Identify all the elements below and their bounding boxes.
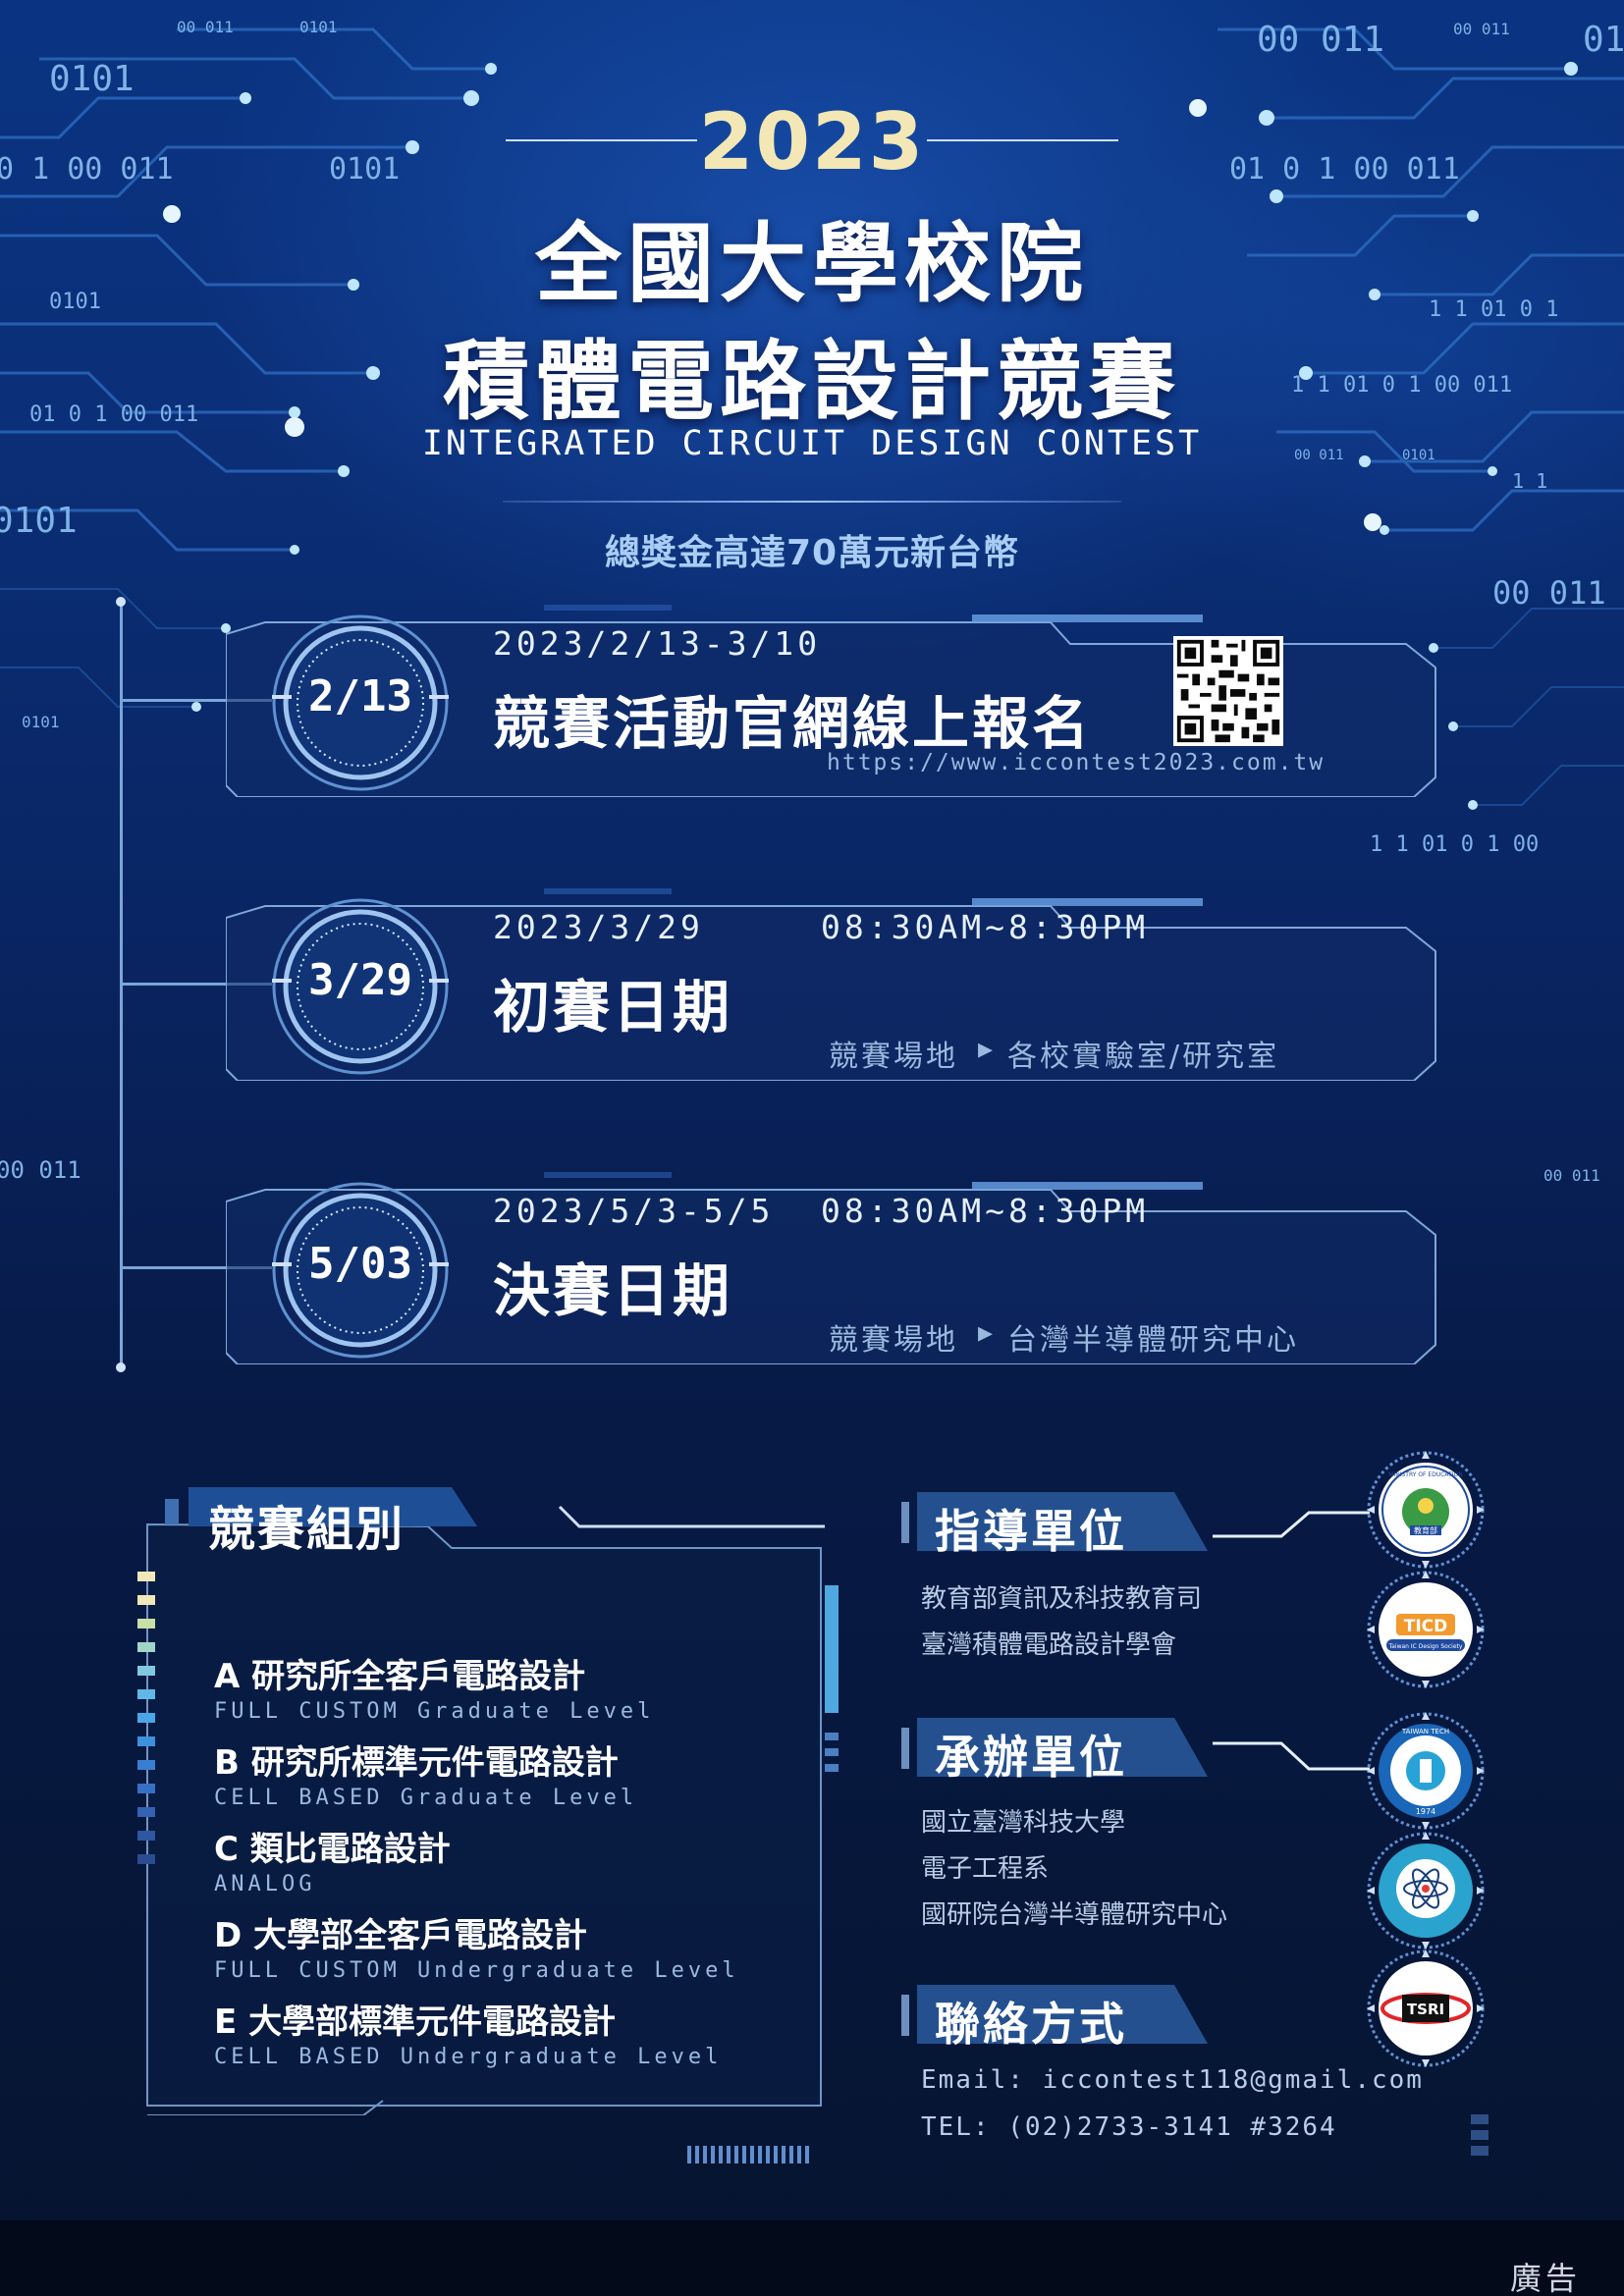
binary-text: 0101	[49, 59, 135, 99]
ntust-text: TAIWAN TECH	[1401, 1728, 1449, 1735]
category-english: FULL CUSTOM Undergraduate Level	[214, 1958, 739, 1983]
organizer-title: 承辦單位	[935, 1731, 1127, 1784]
category-english: CELL BASED Undergraduate Level	[214, 2045, 723, 2069]
binary-text: 00 011	[177, 18, 234, 36]
year: 2023	[698, 96, 926, 187]
binary-text: 00 011	[0, 1156, 81, 1184]
tsri-text: TSRI	[1407, 2001, 1444, 2018]
event-preliminary: 3/29 2023/3/29 08:30AM~8:30PM 初賽日期 競賽場地 …	[120, 888, 1475, 1085]
event-title: 初賽日期	[493, 974, 733, 1041]
event-title: 決賽日期	[493, 1257, 733, 1324]
contact-title: 聯絡方式	[935, 1998, 1127, 2051]
guidance-title: 指導單位	[935, 1505, 1127, 1558]
header-divider	[503, 501, 1121, 503]
connector-line	[1213, 1741, 1370, 1771]
category-item: D 大學部全客戶電路設計 FULL CUSTOM Undergraduate L…	[214, 1908, 739, 1983]
barcode-decoration	[687, 2146, 809, 2163]
contact-phone[interactable]: TEL: (02)2733-3141 #3264	[921, 2105, 1337, 2151]
event-time: 08:30AM~8:30PM	[821, 1192, 1150, 1230]
binary-text: 00 011	[1453, 20, 1510, 38]
category-item: E 大學部標準元件電路設計 CELL BASED Undergraduate L…	[214, 1995, 722, 2069]
event-date: 2023/3/29	[493, 908, 704, 946]
title-line-1: 全國大學校院	[534, 213, 1089, 314]
category-english: FULL CUSTOM Graduate Level	[214, 1699, 655, 1724]
ntust-year: 1974	[1416, 1807, 1435, 1816]
category-name: C 類比電路設計	[214, 1830, 451, 1869]
venue-label: 競賽場地	[829, 1323, 958, 1358]
organizer-line: 國研院台灣半導體研究中心	[921, 1900, 1228, 1930]
event-time: 08:30AM~8:30PM	[821, 908, 1150, 946]
event-date: 2023/5/3-5/5	[493, 1192, 775, 1230]
category-item: C 類比電路設計 ANALOG	[214, 1822, 451, 1896]
advertisement-label: 廣告	[1510, 2260, 1582, 2296]
guidance-line: 臺灣積體電路設計學會	[921, 1630, 1177, 1660]
binary-text: 00 011	[1543, 1166, 1600, 1185]
ticd-sub-text: Taiwan IC Design Society	[1388, 1643, 1463, 1650]
date-badge-text: 3/29	[308, 955, 412, 1005]
category-name: B 研究所標準元件電路設計	[214, 1743, 619, 1783]
binary-text: 01	[1583, 20, 1624, 60]
category-english: CELL BASED Graduate Level	[214, 1786, 638, 1810]
footer-band	[0, 2220, 1624, 2296]
title-line-2: 積體電路設計競賽	[442, 331, 1181, 432]
venue: 各校實驗室/研究室	[1007, 1040, 1280, 1074]
tsri-logo: TSRI	[1367, 1949, 1485, 2067]
event-date: 2023/2/13-3/10	[493, 624, 822, 663]
category-item: B 研究所標準元件電路設計 CELL BASED Graduate Level	[214, 1735, 637, 1810]
category-name: D 大學部全客戶電路設計	[214, 1916, 588, 1955]
ticd-logo: TICD Taiwan IC Design Society	[1367, 1571, 1485, 1688]
guidance-line: 教育部資訊及科技教育司	[921, 1584, 1203, 1614]
ministry-of-education-logo: 教育部 MINISTRY OF EDUCATION	[1367, 1451, 1485, 1569]
qr-code[interactable]	[1173, 636, 1283, 746]
contact-email[interactable]: Email: iccontest118@gmail.com	[921, 2057, 1424, 2104]
date-badge-text: 5/03	[308, 1239, 412, 1289]
ticd-text: TICD	[1404, 1617, 1448, 1636]
organizer-line: 電子工程系	[921, 1854, 1050, 1884]
bar-decoration	[1471, 2114, 1489, 2156]
atom-logo	[1367, 1832, 1485, 1949]
ministry-cn-text: 教育部	[1414, 1525, 1437, 1535]
venue: 台灣半導體研究中心	[1007, 1323, 1299, 1358]
categories-title: 競賽組別	[208, 1502, 406, 1557]
poster: 00 011 0101 0101 0 1 00 011 0101 0101 01…	[0, 0, 1624, 2296]
binary-text: 00 011	[1492, 574, 1606, 612]
ntust-logo: TAIWAN TECH 1974	[1367, 1712, 1485, 1830]
binary-text: 0101	[22, 713, 60, 731]
play-icon: ▸	[978, 1032, 997, 1066]
binary-text: 00 011	[1257, 20, 1385, 60]
venue-label: 競賽場地	[829, 1040, 958, 1074]
event-final: 5/03 2023/5/3-5/5 08:30AM~8:30PM 決賽日期 競賽…	[120, 1172, 1475, 1368]
title-english: INTEGRATED CIRCUIT DESIGN CONTEST	[421, 424, 1203, 463]
website-link[interactable]: https://www.iccontest2023.com.tw	[827, 750, 1325, 775]
binary-text: 1 1 01 0 1 00	[1370, 832, 1540, 857]
connector-line	[1213, 1511, 1370, 1538]
play-icon: ▸	[978, 1315, 997, 1350]
category-name: E 大學部標準元件電路設計	[214, 2002, 617, 2042]
organizer-line: 國立臺灣科技大學	[921, 1808, 1126, 1838]
category-english: ANALOG	[214, 1872, 316, 1896]
category-item: A 研究所全客戶電路設計 FULL CUSTOM Graduate Level	[214, 1649, 654, 1724]
event-title: 競賽活動官網線上報名	[493, 690, 1093, 757]
event-registration: 2/13 2023/2/13-3/10 競賽活動官網線上報名 https://w…	[120, 605, 1475, 801]
category-name: A 研究所全客戶電路設計	[214, 1657, 586, 1696]
binary-text: 1 1	[1512, 469, 1548, 493]
ministry-en-text: MINISTRY OF EDUCATION	[1388, 1471, 1462, 1478]
date-badge-text: 2/13	[308, 671, 412, 721]
prize-text: 總獎金高達70萬元新台幣	[604, 533, 1020, 573]
binary-text: 0101	[299, 18, 338, 36]
